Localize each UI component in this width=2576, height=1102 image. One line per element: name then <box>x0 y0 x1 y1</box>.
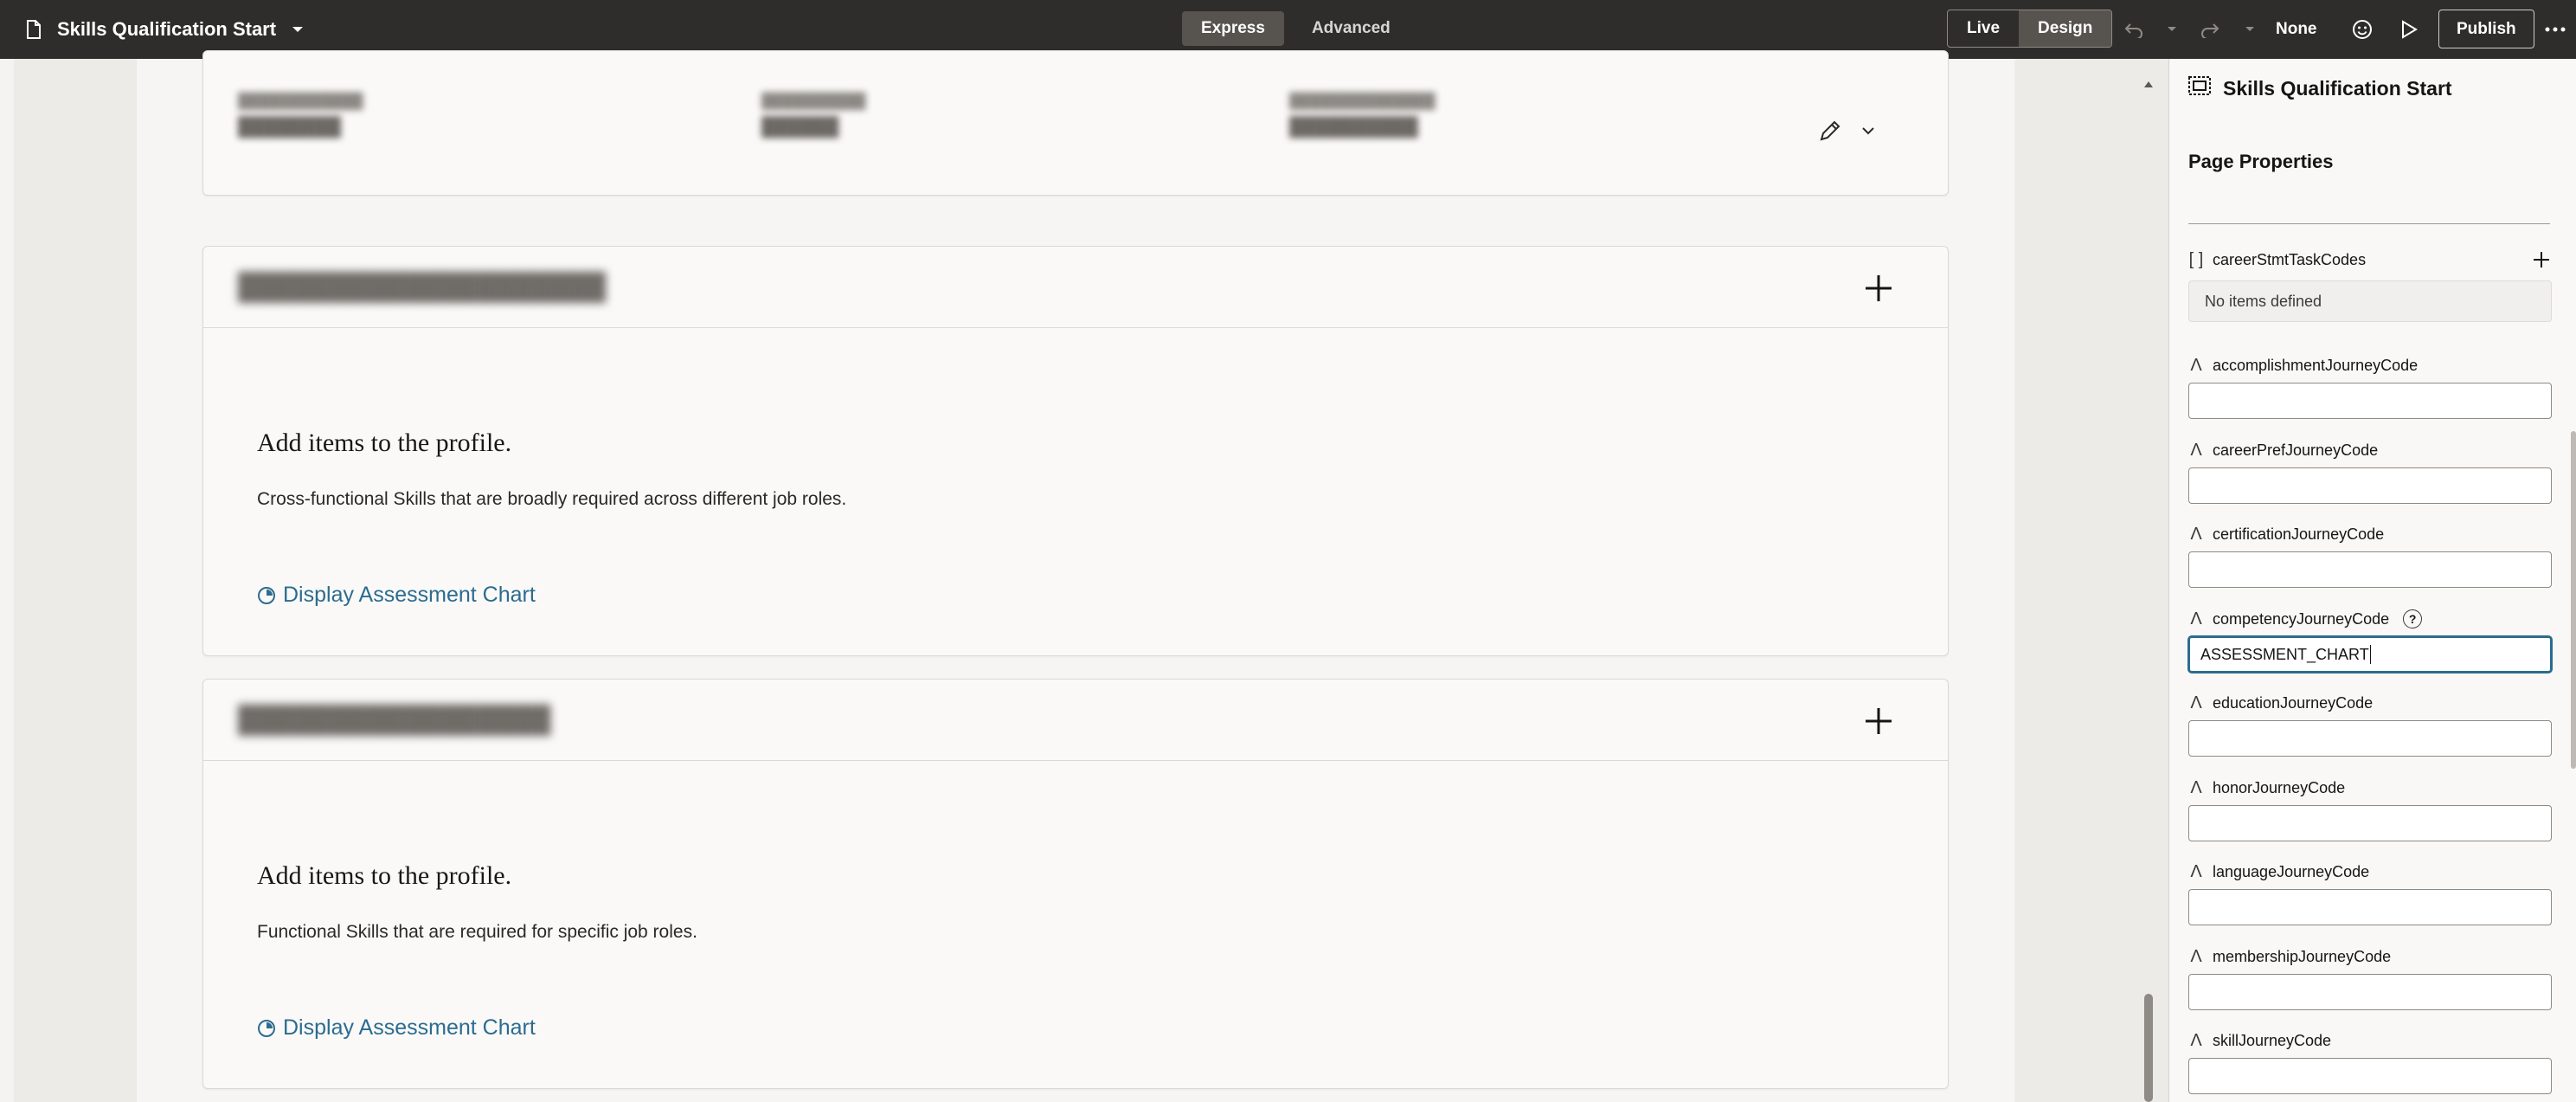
property-field: ɅhonorJourneyCode <box>2188 777 2552 841</box>
display-assessment-chart-link[interactable]: Display Assessment Chart <box>257 583 536 608</box>
text-cursor <box>2369 645 2371 664</box>
property-label: ɅcareerPrefJourneyCode <box>2188 440 2552 461</box>
page-preview: ████████████ ████████ ██████████ ██████ … <box>137 50 2014 1102</box>
property-input[interactable] <box>2188 805 2552 841</box>
property-label: ɅcompetencyJourneyCode? <box>2188 609 2552 629</box>
card-header: █████████████████ <box>203 680 1948 761</box>
panel-header: Skills Qualification Start <box>2188 76 2452 100</box>
string-type-icon: Ʌ <box>2190 946 2202 966</box>
property-input[interactable] <box>2188 467 2552 504</box>
help-icon[interactable]: ? <box>2403 609 2423 628</box>
add-item-button[interactable] <box>1861 271 1896 306</box>
canvas-scrollbar[interactable] <box>2134 59 2168 1102</box>
document-icon <box>26 20 42 39</box>
property-label: [ ] careerStmtTaskCodes <box>2188 249 2367 269</box>
panel-scrollbar[interactable] <box>2571 431 2576 769</box>
property-field: ɅskillJourneyCode <box>2188 1030 2552 1094</box>
link-label: Display Assessment Chart <box>283 1015 536 1040</box>
publish-button[interactable]: Publish <box>2438 10 2534 48</box>
design-button[interactable]: Design <box>2019 10 2112 47</box>
smiley-icon[interactable] <box>2348 16 2376 43</box>
property-label: ɅhonorJourneyCode <box>2188 777 2552 798</box>
string-type-icon: Ʌ <box>2190 777 2202 797</box>
string-type-icon: Ʌ <box>2190 1030 2202 1050</box>
property-input[interactable] <box>2188 720 2552 757</box>
redo-icon[interactable] <box>2196 16 2224 43</box>
array-property: [ ] careerStmtTaskCodes No items defined <box>2188 249 2552 322</box>
canvas-gutter <box>0 59 14 1102</box>
property-field: ɅcertificationJourneyCode <box>2188 524 2552 588</box>
profile-card[interactable]: ████████████ ████████ ██████████ ██████ … <box>202 50 1949 196</box>
card-heading: Add items to the profile. <box>257 429 512 457</box>
none-selector[interactable]: None <box>2276 0 2317 59</box>
play-icon[interactable] <box>2395 16 2423 43</box>
chart-icon <box>257 1019 276 1038</box>
display-assessment-chart-link[interactable]: Display Assessment Chart <box>257 1015 536 1041</box>
property-label: ɅeducationJourneyCode <box>2188 693 2552 713</box>
property-field: ɅaccomplishmentJourneyCode <box>2188 355 2552 419</box>
chevron-down-icon[interactable] <box>1858 120 1879 141</box>
property-input[interactable] <box>2188 383 2552 419</box>
property-input[interactable] <box>2188 551 2552 588</box>
property-input[interactable]: ASSESSMENT_CHART <box>2188 636 2552 673</box>
redacted-card-title: ████████████████████ <box>238 273 607 301</box>
properties-panel: Skills Qualification Start Page Properti… <box>2168 59 2576 1102</box>
scroll-up-icon[interactable] <box>2144 81 2153 87</box>
more-options-icon[interactable] <box>2541 16 2569 43</box>
redacted-field: ██████████████ ██████████ <box>1289 93 1436 137</box>
string-type-icon: Ʌ <box>2190 609 2202 628</box>
page-layout-icon <box>2188 76 2211 100</box>
array-type-icon: [ ] <box>2188 249 2204 269</box>
mode-express-button[interactable]: Express <box>1182 11 1284 46</box>
property-input[interactable] <box>2188 974 2552 1010</box>
property-input[interactable] <box>2188 889 2552 925</box>
divider <box>2188 223 2550 224</box>
undo-icon[interactable] <box>2120 16 2148 43</box>
redacted-card-title: █████████████████ <box>238 706 551 734</box>
string-type-icon: Ʌ <box>2190 440 2202 460</box>
card-header: ████████████████████ <box>203 247 1948 328</box>
page-title: Skills Qualification Start <box>57 18 277 40</box>
section-heading: Page Properties <box>2188 151 2334 172</box>
property-field: ɅcompetencyJourneyCode? ASSESSMENT_CHART <box>2188 609 2552 673</box>
design-canvas: ████████████ ████████ ██████████ ██████ … <box>0 50 2168 1102</box>
property-field: ɅmembershipJourneyCode <box>2188 946 2552 1010</box>
card-description: Cross-functional Skills that are broadly… <box>257 489 847 509</box>
property-label: ɅaccomplishmentJourneyCode <box>2188 355 2552 376</box>
string-type-icon: Ʌ <box>2190 355 2202 375</box>
mode-switch: Express Advanced <box>1182 10 1410 47</box>
empty-list: No items defined <box>2188 280 2552 322</box>
property-label: ɅmembershipJourneyCode <box>2188 946 2552 967</box>
scrollbar-thumb[interactable] <box>2144 994 2153 1102</box>
panel-title: Skills Qualification Start <box>2223 76 2452 100</box>
property-input[interactable] <box>2188 1058 2552 1094</box>
property-label: ɅlanguageJourneyCode <box>2188 861 2552 882</box>
property-label: ɅskillJourneyCode <box>2188 1030 2552 1051</box>
string-type-icon: Ʌ <box>2190 693 2202 712</box>
redo-menu-icon[interactable] <box>2236 16 2264 43</box>
live-button[interactable]: Live <box>1948 10 2019 47</box>
pencil-icon[interactable] <box>1815 115 1846 146</box>
add-item-button[interactable] <box>1861 704 1896 738</box>
string-type-icon: Ʌ <box>2190 524 2202 544</box>
chevron-down-icon[interactable] <box>292 25 304 34</box>
functional-skills-card: █████████████████ Add items to the profi… <box>202 679 1949 1089</box>
property-field: ɅcareerPrefJourneyCode <box>2188 440 2552 504</box>
property-field: ɅeducationJourneyCode <box>2188 693 2552 757</box>
redacted-field: ████████████ ████████ <box>238 93 363 137</box>
chart-icon <box>257 586 276 605</box>
mode-advanced-button[interactable]: Advanced <box>1293 11 1410 46</box>
add-item-icon[interactable] <box>2531 249 2552 270</box>
property-field: ɅlanguageJourneyCode <box>2188 861 2552 925</box>
property-label: ɅcertificationJourneyCode <box>2188 524 2552 545</box>
link-label: Display Assessment Chart <box>283 583 536 607</box>
cross-functional-skills-card: ████████████████████ Add items to the pr… <box>202 246 1949 656</box>
view-toggle: Live Design <box>1947 10 2113 48</box>
string-type-icon: Ʌ <box>2190 861 2202 881</box>
undo-menu-icon[interactable] <box>2158 16 2186 43</box>
card-heading: Add items to the profile. <box>257 861 512 890</box>
redacted-field: ██████████ ██████ <box>761 93 866 137</box>
card-description: Functional Skills that are required for … <box>257 922 697 942</box>
